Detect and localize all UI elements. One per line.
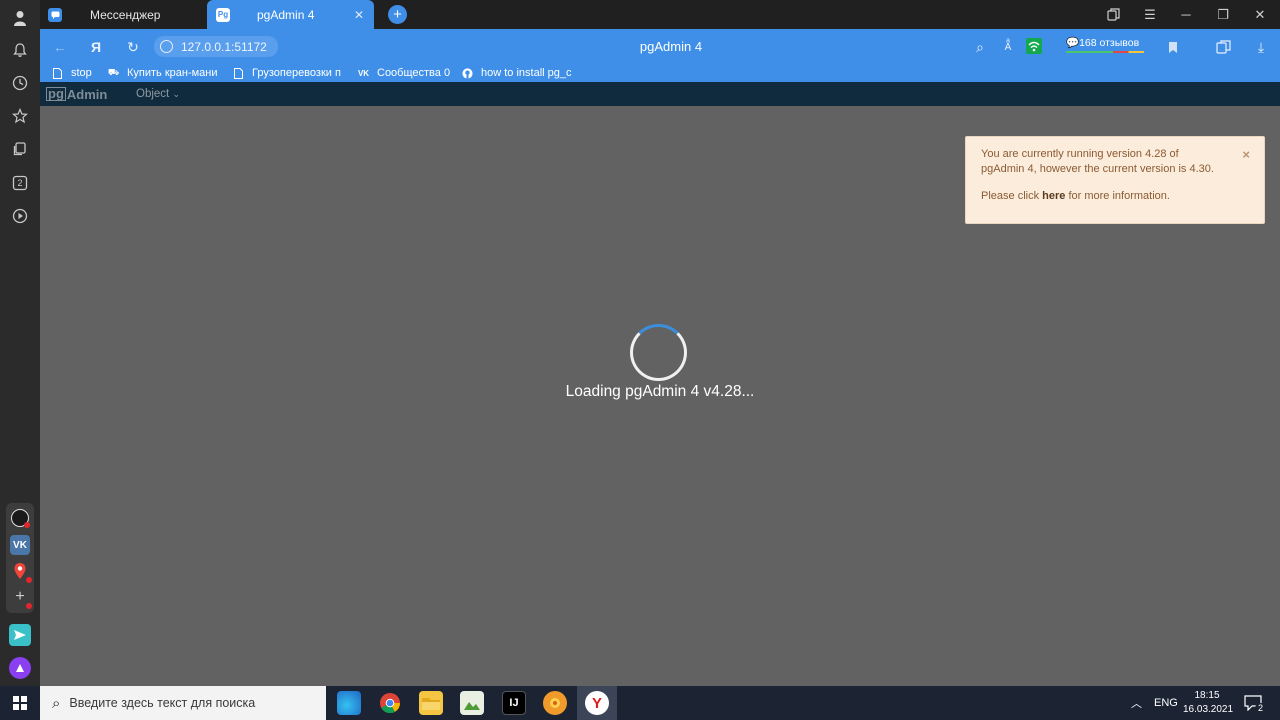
- add-app-plus-icon[interactable]: +: [10, 587, 32, 609]
- browser-sidebar: 2 VK +: [0, 0, 40, 686]
- bookmark-icon[interactable]: [1163, 37, 1183, 57]
- search-page-icon[interactable]: ⌕: [970, 37, 990, 57]
- tab-messenger[interactable]: Мессенджер: [48, 0, 208, 29]
- pgadmin-navbar: pg Admin Object ⌄: [40, 82, 1280, 106]
- translate-icon[interactable]: Aͣ: [998, 37, 1018, 57]
- vk-app-icon[interactable]: VK: [10, 535, 30, 555]
- bookmark-label: Сообщества 0: [377, 67, 451, 79]
- collections-add-icon[interactable]: [1213, 37, 1233, 57]
- bookmarks-bar: stop ⛟ Купить кран-мани Грузоперевозки п…: [40, 64, 1280, 82]
- new-tab-button[interactable]: +: [388, 5, 407, 24]
- logo-pg: pg: [46, 86, 66, 101]
- taskbar-clock[interactable]: 18:15 16.03.2021: [1183, 689, 1234, 717]
- send-app-icon[interactable]: [9, 624, 31, 646]
- sidebar-apps-dock: VK +: [6, 503, 34, 613]
- reviews-badge[interactable]: 💬168 отзывов: [1066, 36, 1144, 53]
- alert-instructions: Please click here for more information.: [981, 189, 1224, 204]
- alert-text-after: for more information.: [1065, 190, 1170, 202]
- bookmark-label: Купить кран-мани: [127, 67, 218, 79]
- downloads-icon[interactable]: ⤓: [1251, 37, 1271, 57]
- messenger-icon: [48, 7, 62, 22]
- collections-icon[interactable]: [10, 139, 30, 159]
- page-icon: [52, 67, 63, 80]
- loading-text: Loading pgAdmin 4 v4.28...: [565, 383, 755, 400]
- bookmark-item[interactable]: stop: [52, 65, 112, 81]
- alice-assistant-icon[interactable]: [9, 657, 31, 679]
- search-placeholder: Введите здесь текст для поиска: [69, 696, 256, 710]
- minimize-window-icon[interactable]: ─: [1168, 0, 1204, 29]
- alert-text-before: Please click: [981, 190, 1043, 202]
- bookmark-item[interactable]: ⛟ Купить кран-мани: [108, 65, 221, 81]
- rating-bar: [1066, 51, 1144, 53]
- bookmark-label: Грузоперевозки п: [252, 67, 341, 79]
- browser-app-icon[interactable]: [543, 691, 567, 715]
- windows-logo-icon: [13, 696, 27, 710]
- search-icon: ⌕: [52, 694, 61, 712]
- version-alert: × You are currently running version 4.28…: [965, 136, 1265, 224]
- history-clock-icon[interactable]: [10, 73, 30, 93]
- close-window-icon[interactable]: ✕: [1242, 0, 1278, 29]
- pgadmin-logo: pg Admin: [46, 86, 107, 102]
- yandex-browser-icon[interactable]: Y: [585, 691, 609, 715]
- alert-message: You are currently running version 4.28 o…: [981, 148, 1214, 175]
- bookmark-label: stop: [71, 67, 92, 79]
- clock-time: 18:15: [1194, 690, 1220, 701]
- windows-taskbar: ⌕ Введите здесь текст для поиска IJ Y ︿ …: [0, 686, 1280, 720]
- close-alert-icon[interactable]: ×: [1242, 147, 1250, 162]
- main-content: × You are currently running version 4.28…: [40, 106, 1280, 686]
- tab-label: Мессенджер: [90, 7, 161, 22]
- address-bar: ← Я ↻ 127.0.0.1:51172 pgAdmin 4 ⌕ Aͣ 💬16…: [40, 29, 1280, 64]
- bookmark-item[interactable]: how to install pg_c: [462, 65, 574, 81]
- counter-value: 2: [17, 178, 23, 188]
- video-play-icon[interactable]: [10, 206, 30, 226]
- close-tab-icon[interactable]: ✕: [354, 8, 364, 22]
- clock-date: 16.03.2021: [1183, 704, 1234, 715]
- file-explorer-icon[interactable]: [419, 691, 443, 715]
- wifi-protect-icon[interactable]: [1026, 38, 1042, 54]
- maps-pin-icon[interactable]: [10, 561, 32, 583]
- chrome-browser-icon[interactable]: [378, 691, 402, 715]
- alert-here-link[interactable]: here: [1042, 190, 1065, 202]
- bookmark-item[interactable]: Грузоперевозки п: [233, 65, 345, 81]
- edge-browser-icon[interactable]: [337, 691, 361, 715]
- menu-hamburger-icon[interactable]: ☰: [1132, 0, 1168, 29]
- language-indicator[interactable]: ENG: [1154, 686, 1178, 720]
- profile-icon[interactable]: [10, 8, 30, 28]
- unread-dot: [24, 522, 30, 528]
- start-button[interactable]: [0, 686, 40, 720]
- vk-icon: VK: [358, 68, 370, 78]
- notifications-bell-icon[interactable]: [10, 40, 30, 60]
- unread-dot: [26, 577, 32, 583]
- chat-bubble-icon: 💬: [1066, 37, 1080, 49]
- pgadmin-favicon: Pg: [216, 7, 230, 22]
- notification-count: 2: [1255, 703, 1266, 714]
- taskbar-search-input[interactable]: ⌕ Введите здесь текст для поиска: [40, 686, 326, 720]
- jetbrains-ide-icon[interactable]: IJ: [502, 691, 526, 715]
- logo-admin: Admin: [66, 86, 108, 102]
- object-menu[interactable]: Object ⌄: [136, 88, 180, 100]
- loading-spinner: [630, 324, 687, 381]
- bookmark-item[interactable]: VK Сообщества 0: [358, 65, 454, 81]
- action-center-icon[interactable]: 2: [1244, 686, 1266, 720]
- chevron-down-icon: ⌄: [172, 89, 180, 99]
- tab-label: pgAdmin 4: [257, 7, 315, 22]
- reviews-label: 168 отзывов: [1079, 37, 1140, 49]
- favorites-star-icon[interactable]: [10, 106, 30, 126]
- image-editor-icon[interactable]: [460, 691, 484, 715]
- tabs-manager-icon[interactable]: [1095, 0, 1131, 29]
- tab-pgadmin[interactable]: Pg pgAdmin 4 ✕: [207, 0, 374, 29]
- tab-bar: Мессенджер Pg pgAdmin 4 ✕ + ☰ ─ ❐ ✕: [40, 0, 1280, 29]
- counter-badge-icon[interactable]: 2: [10, 173, 30, 193]
- clock-app-icon[interactable]: [11, 509, 30, 528]
- show-hidden-icons-chevron-icon[interactable]: ︿: [1131, 686, 1142, 720]
- bookmark-label: how to install pg_c: [481, 67, 572, 79]
- object-menu-label: Object: [136, 88, 170, 100]
- crane-site-icon: ⛟: [108, 67, 120, 77]
- unread-dot: [26, 603, 32, 609]
- restore-window-icon[interactable]: ❐: [1205, 0, 1241, 29]
- page-icon: [233, 67, 244, 80]
- github-icon: [462, 67, 473, 80]
